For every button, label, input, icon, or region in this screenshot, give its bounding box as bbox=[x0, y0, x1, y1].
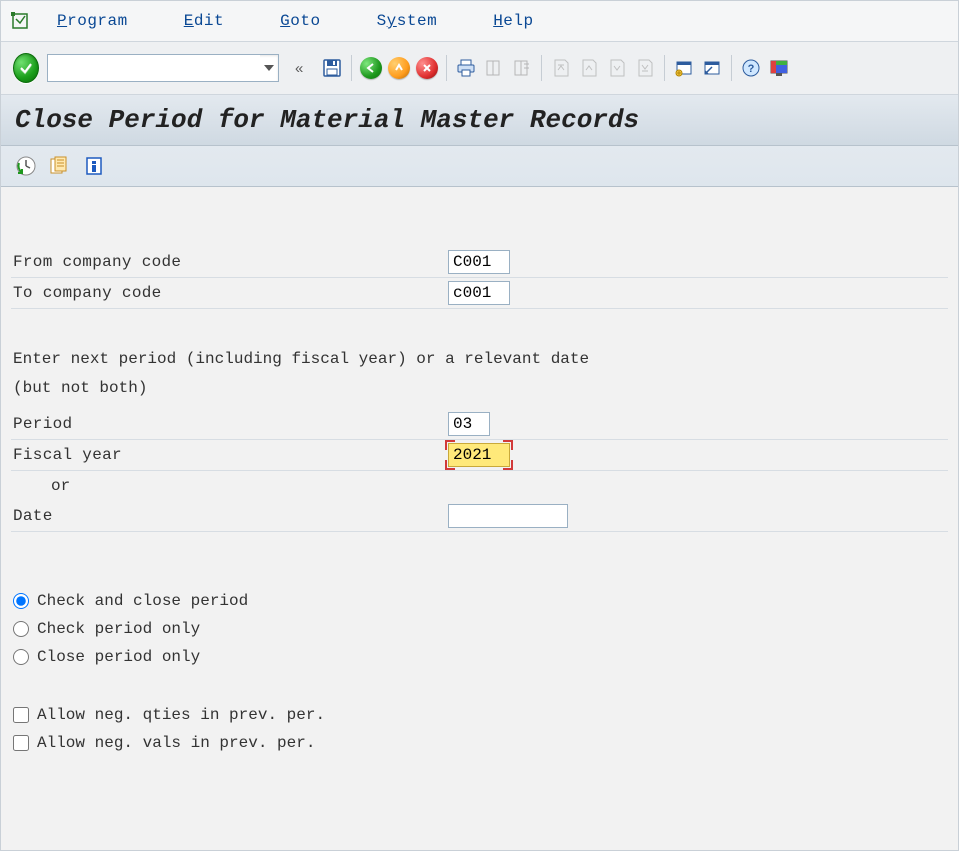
date-row: Date bbox=[11, 501, 948, 532]
next-page-button[interactable] bbox=[604, 55, 630, 81]
find-next-button[interactable] bbox=[509, 55, 535, 81]
radio-check-and-close-label: Check and close period bbox=[37, 592, 248, 610]
menu-system[interactable]: SystemSystem bbox=[363, 8, 452, 34]
last-page-icon bbox=[636, 58, 654, 78]
fiscal-year-row: Fiscal year bbox=[11, 440, 948, 471]
enter-icon bbox=[13, 53, 39, 83]
prev-page-button[interactable] bbox=[576, 55, 602, 81]
radio-check-and-close[interactable]: Check and close period bbox=[13, 587, 946, 615]
period-row: Period bbox=[11, 409, 948, 440]
execute-button[interactable] bbox=[13, 153, 39, 179]
standard-toolbar: « bbox=[1, 42, 958, 95]
check-neg-qty-input[interactable] bbox=[13, 707, 29, 723]
instruction-line2: (but not both) bbox=[13, 374, 946, 403]
to-company-code-label: To company code bbox=[11, 284, 448, 302]
shortcut-icon bbox=[702, 58, 722, 78]
from-company-code-row: From company code bbox=[11, 247, 948, 278]
radio-check-only-input[interactable] bbox=[13, 621, 29, 637]
to-company-code-row: To company code bbox=[11, 278, 948, 309]
to-company-code-input[interactable] bbox=[448, 281, 510, 305]
period-label: Period bbox=[11, 415, 448, 433]
instruction-line1: Enter next period (including fiscal year… bbox=[13, 345, 946, 374]
first-page-icon bbox=[552, 58, 570, 78]
cancel-icon bbox=[416, 57, 438, 79]
layout-icon bbox=[769, 58, 789, 78]
focused-field-wrapper bbox=[448, 443, 510, 467]
menu-bar: PProgramrogram EditEdit GotoGoto SystemS… bbox=[1, 1, 958, 42]
execute-icon bbox=[15, 155, 37, 177]
menu-help[interactable]: HelpHelp bbox=[479, 8, 547, 34]
check-neg-val-label: Allow neg. vals in prev. per. bbox=[37, 734, 315, 752]
layout-button[interactable] bbox=[766, 55, 792, 81]
exit-icon bbox=[388, 57, 410, 79]
find-next-icon bbox=[512, 58, 532, 78]
menu-edit[interactable]: EditEdit bbox=[170, 8, 238, 34]
radio-close-only-label: Close period only bbox=[37, 648, 200, 666]
menu-goto[interactable]: GotoGoto bbox=[266, 8, 334, 34]
radio-close-only[interactable]: Close period only bbox=[13, 643, 946, 671]
application-toolbar bbox=[1, 146, 958, 187]
toolbar-icon-group: ? bbox=[319, 55, 792, 81]
radio-check-only-label: Check period only bbox=[37, 620, 200, 638]
menu-program[interactable]: PProgramrogram bbox=[43, 8, 142, 34]
radio-check-and-close-input[interactable] bbox=[13, 593, 29, 609]
checkbox-group: Allow neg. qties in prev. per. Allow neg… bbox=[13, 701, 946, 757]
new-session-button[interactable] bbox=[671, 55, 697, 81]
radio-check-only[interactable]: Check period only bbox=[13, 615, 946, 643]
check-neg-val[interactable]: Allow neg. vals in prev. per. bbox=[13, 729, 946, 757]
check-neg-qty-label: Allow neg. qties in prev. per. bbox=[37, 706, 325, 724]
cancel-button[interactable] bbox=[414, 55, 440, 81]
find-button[interactable] bbox=[481, 55, 507, 81]
get-variant-button[interactable] bbox=[47, 153, 73, 179]
first-page-button[interactable] bbox=[548, 55, 574, 81]
date-label: Date bbox=[11, 507, 448, 525]
svg-text:?: ? bbox=[748, 63, 755, 75]
variant-icon bbox=[49, 155, 71, 177]
date-input[interactable] bbox=[448, 504, 568, 528]
command-field[interactable] bbox=[47, 54, 279, 82]
program-doc-button[interactable] bbox=[81, 153, 107, 179]
prev-page-icon bbox=[580, 58, 598, 78]
save-button[interactable] bbox=[319, 55, 345, 81]
help-button[interactable]: ? bbox=[738, 55, 764, 81]
print-icon bbox=[456, 58, 476, 78]
from-company-code-input[interactable] bbox=[448, 250, 510, 274]
back-icon bbox=[360, 57, 382, 79]
check-neg-qty[interactable]: Allow neg. qties in prev. per. bbox=[13, 701, 946, 729]
radio-close-only-input[interactable] bbox=[13, 649, 29, 665]
or-label: or bbox=[11, 471, 948, 501]
from-company-code-label: From company code bbox=[11, 253, 448, 271]
command-input[interactable] bbox=[48, 55, 260, 81]
print-button[interactable] bbox=[453, 55, 479, 81]
enter-button[interactable] bbox=[13, 55, 39, 81]
fiscal-year-label: Fiscal year bbox=[11, 446, 448, 464]
save-icon bbox=[322, 58, 342, 78]
collapse-toolbar-icon[interactable]: « bbox=[287, 60, 311, 77]
mode-radio-group: Check and close period Check period only… bbox=[13, 587, 946, 671]
shortcut-button[interactable] bbox=[699, 55, 725, 81]
info-icon bbox=[84, 156, 104, 176]
help-icon: ? bbox=[741, 58, 761, 78]
fiscal-year-input[interactable] bbox=[448, 443, 510, 467]
sap-window: PProgramrogram EditEdit GotoGoto SystemS… bbox=[0, 0, 959, 851]
last-page-button[interactable] bbox=[632, 55, 658, 81]
new-session-icon bbox=[674, 58, 694, 78]
back-button[interactable] bbox=[358, 55, 384, 81]
next-page-icon bbox=[608, 58, 626, 78]
page-title: Close Period for Material Master Records bbox=[1, 95, 958, 146]
exit-button[interactable] bbox=[386, 55, 412, 81]
check-neg-val-input[interactable] bbox=[13, 735, 29, 751]
find-icon bbox=[484, 58, 504, 78]
instruction-text: Enter next period (including fiscal year… bbox=[11, 339, 948, 409]
period-input[interactable] bbox=[448, 412, 490, 436]
app-menu-icon[interactable] bbox=[9, 10, 31, 32]
screen-body: From company code To company code Enter … bbox=[1, 187, 958, 767]
